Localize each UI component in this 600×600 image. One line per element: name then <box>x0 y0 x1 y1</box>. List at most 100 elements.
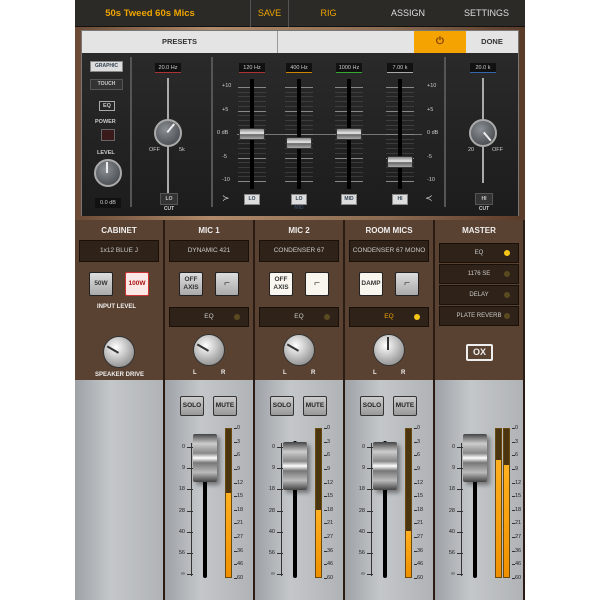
meter-tick <box>324 509 327 511</box>
band-gain-slider[interactable] <box>336 128 362 140</box>
meter-scale-label: 36 <box>515 547 522 554</box>
lowcut-off-label: OFF <box>149 147 160 153</box>
hicut-min-label: 20 <box>468 147 475 153</box>
done-button[interactable]: DONE <box>466 31 518 53</box>
meter-tick <box>512 482 515 484</box>
band-button[interactable]: LO <box>244 194 260 205</box>
hicut-button[interactable]: HI CUT <box>475 193 493 212</box>
meter-scale-label: 27 <box>515 534 522 541</box>
save-button[interactable]: SAVE <box>250 0 288 27</box>
power-icon[interactable]: ⏻ <box>414 31 466 53</box>
meter-scale-label: 27 <box>327 534 334 541</box>
volume-fader[interactable] <box>193 433 217 482</box>
volume-fader[interactable] <box>373 442 397 491</box>
presets-button[interactable]: PRESETS <box>82 31 278 53</box>
fader-scale-label: ∞ <box>181 571 185 577</box>
meter-fill <box>504 464 509 577</box>
meter-tick <box>414 441 417 443</box>
band-track <box>297 79 301 189</box>
meter-scale-label: 36 <box>327 547 334 554</box>
meter-scale-label: 12 <box>515 479 522 486</box>
speaker-drive-knob[interactable] <box>103 336 135 368</box>
meter-scale-label: 60 <box>515 575 522 581</box>
meter-scale-label: 60 <box>237 575 244 581</box>
meter-tick <box>512 509 515 511</box>
meter-tick <box>234 578 237 579</box>
input-level-label: INPUT LEVEL <box>97 304 137 310</box>
fader-scale-label: 0 <box>271 444 275 450</box>
graphic-button[interactable]: GRAPHIC <box>90 61 123 72</box>
channel-room-mics: ROOM MICS CONDENSER 67 MONO DAMP ⌐ EQ L R SOLO M… <box>345 220 435 600</box>
meter-tick <box>512 428 515 429</box>
fader-scale-label: 56 <box>448 549 455 556</box>
touch-button[interactable]: TOUCH <box>90 79 123 90</box>
fader-scale-line <box>191 443 192 576</box>
meter-tick <box>512 537 515 539</box>
preset-name[interactable]: 50s Tweed 60s Mics <box>75 0 225 27</box>
meter-tick <box>414 537 417 539</box>
band-gain-slider[interactable] <box>286 137 312 150</box>
band-gain-slider[interactable] <box>387 156 413 169</box>
lowcut-button[interactable]: LO CUT <box>160 193 178 212</box>
meter-scale-label: 3 <box>327 438 331 445</box>
meter-scale-label: 12 <box>417 479 424 486</box>
eq-scale-right-label: -10 <box>427 177 435 183</box>
level-knob[interactable] <box>94 159 122 187</box>
fader-scale-label: 9 <box>361 465 365 472</box>
meter-scale-label: 6 <box>237 452 241 459</box>
band-button[interactable]: HI <box>392 194 408 205</box>
meter-fill <box>406 531 411 577</box>
meter-scale-label: 36 <box>417 547 424 554</box>
meter-fill <box>496 460 501 577</box>
level-meter <box>225 428 232 578</box>
speaker-drive-label: SPEAKER DRIVE <box>95 372 145 378</box>
fader-tick <box>187 510 193 512</box>
meter-tick <box>324 468 327 470</box>
meter-scale-label: 3 <box>515 438 519 445</box>
master-column: MASTER EQ 1176 SE DELAY PLATE REVERB OX 091… <box>435 220 525 600</box>
band-gain-slider[interactable] <box>239 128 265 140</box>
cabinet-title: CABINET <box>101 226 137 235</box>
fader-tick <box>457 574 463 575</box>
100w-button[interactable]: 100W <box>125 272 149 296</box>
hicut-knob[interactable] <box>469 119 497 147</box>
lowcut-knob[interactable] <box>154 119 182 147</box>
fader-tick <box>367 489 373 491</box>
eq-scale-left-label: -5 <box>222 153 227 160</box>
meter-scale-label: 18 <box>237 506 244 513</box>
fader-scale-label: 56 <box>178 549 185 556</box>
tab-assign[interactable]: ASSIGN <box>368 0 448 27</box>
fader-scale-label: 28 <box>448 507 455 514</box>
power-label: POWER <box>95 119 116 125</box>
fader-scale-label: 18 <box>358 486 365 493</box>
fader-scale-label: 40 <box>268 528 275 535</box>
cabinet-select[interactable]: 1x12 BLUE J <box>79 240 159 262</box>
meter-tick <box>414 523 417 525</box>
fader-scale-label: 56 <box>268 549 275 556</box>
band-button[interactable]: MID <box>341 194 357 205</box>
meter-tick <box>234 468 237 470</box>
fader-scale-line <box>371 443 372 576</box>
meter-scale-label: 27 <box>237 534 244 541</box>
50w-button[interactable]: 50W <box>89 272 113 296</box>
meter-scale-label: 15 <box>327 493 334 500</box>
volume-fader[interactable] <box>463 433 487 482</box>
meter-tick <box>324 455 327 457</box>
meter-tick <box>512 441 515 443</box>
tab-rig[interactable]: RIG <box>288 0 368 27</box>
low-shelf-icon: ≻ <box>222 193 230 203</box>
fader-tick <box>187 574 193 575</box>
volume-fader[interactable] <box>283 442 307 491</box>
meter-scale-label: 36 <box>237 547 244 554</box>
band-button[interactable]: LO MID <box>291 194 307 211</box>
tab-settings[interactable]: SETTINGS <box>448 0 525 27</box>
meter-tick <box>324 482 327 484</box>
eq-scale-left-label: +10 <box>222 83 232 89</box>
fader-scale-label: 18 <box>448 486 455 493</box>
power-switch[interactable] <box>101 129 115 141</box>
fader-scale-label: 0 <box>361 444 365 450</box>
meter-tick <box>512 523 515 525</box>
meter-tick <box>414 482 417 484</box>
fader-tick <box>367 531 373 533</box>
level-meter <box>405 428 412 578</box>
